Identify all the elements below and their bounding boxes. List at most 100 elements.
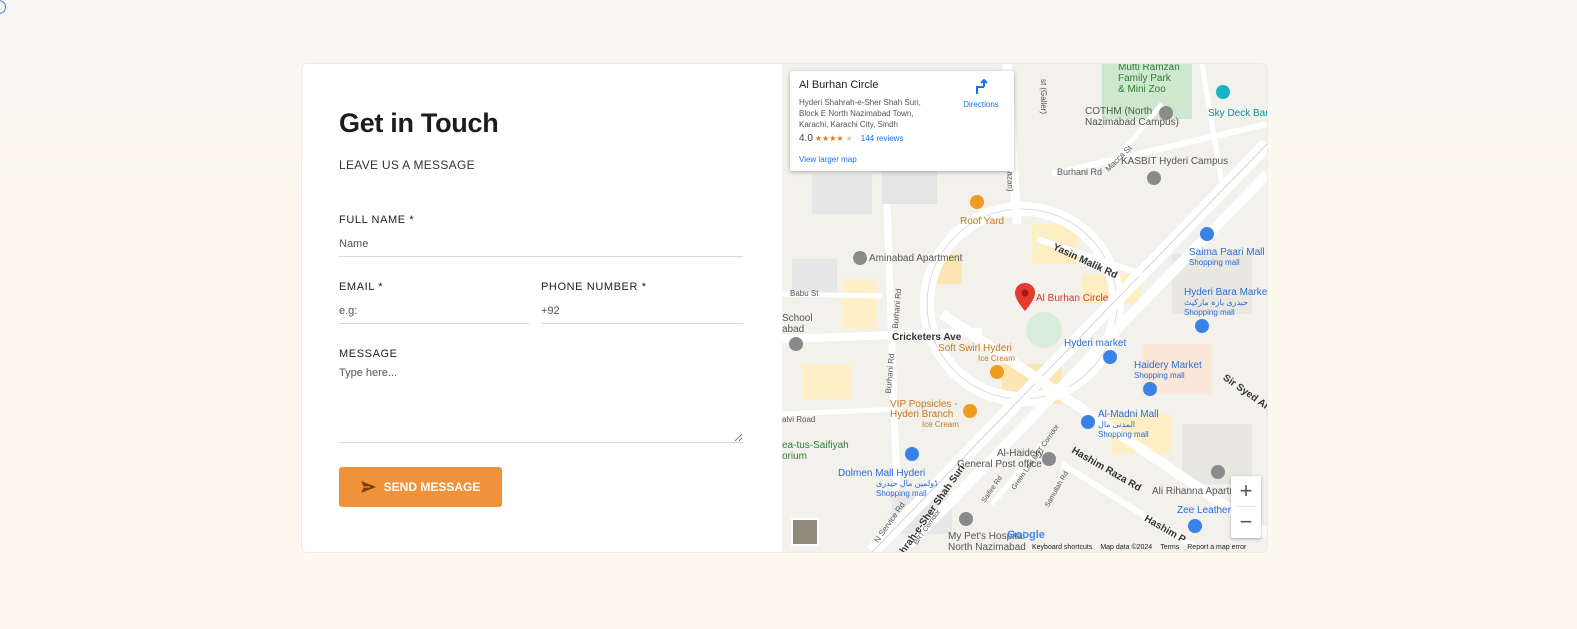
map-label: & Mini Zoo bbox=[1118, 84, 1166, 95]
place-name: Al Burhan Circle bbox=[799, 79, 879, 91]
map-label: Burhani Rd bbox=[1057, 167, 1103, 177]
map-embed[interactable]: Mufti Ramzan Family Park & Mini Zoo COTH… bbox=[782, 64, 1267, 552]
map-label: COTHM (North bbox=[1085, 106, 1153, 117]
location-pin-icon[interactable] bbox=[959, 512, 973, 526]
shopping-pin-icon[interactable] bbox=[1143, 382, 1157, 396]
map-label: orium bbox=[782, 451, 808, 462]
map-label: Al-Haidery bbox=[997, 448, 1044, 459]
map-label: Hyderi Bara Market bbox=[1184, 287, 1267, 298]
map-label: Shopping mall bbox=[876, 489, 927, 498]
map-label: azan) bbox=[1005, 171, 1015, 192]
phone-input[interactable] bbox=[541, 299, 743, 324]
google-logo: Google bbox=[1007, 529, 1045, 541]
map-label: Roof Yard bbox=[960, 216, 1005, 227]
map-label: Shopping mall bbox=[1098, 430, 1149, 439]
send-message-button[interactable]: SEND MESSAGE bbox=[339, 467, 502, 507]
map-label: KASBIT Hyderi Campus bbox=[1121, 156, 1229, 167]
place-address-line: Block E North Nazimabad Town, bbox=[799, 109, 914, 118]
shopping-pin-icon[interactable] bbox=[1103, 350, 1117, 364]
map-label: Mufti Ramzan bbox=[1118, 64, 1180, 73]
rating-stars-icon: ★★★★ bbox=[814, 134, 844, 143]
map-label: Aminabad Apartment bbox=[869, 253, 963, 264]
zoom-out-button[interactable]: − bbox=[1231, 507, 1261, 537]
map-label: Nazimabad Campus) bbox=[1085, 117, 1179, 128]
map-label: st (Galler) bbox=[1039, 78, 1049, 115]
map-label: Hyderi Branch bbox=[890, 409, 954, 420]
send-icon bbox=[360, 481, 376, 493]
directions-button[interactable]: Directions bbox=[958, 78, 1004, 109]
map-label: المدنی مال bbox=[1098, 420, 1136, 429]
full-name-input[interactable] bbox=[339, 232, 743, 257]
map-label: Dolmen Mall Hyderi bbox=[838, 468, 926, 479]
place-address-line: Hyderi Shahrah-e-Sher Shah Suri, bbox=[799, 98, 921, 107]
shopping-pin-icon[interactable] bbox=[1081, 415, 1095, 429]
shopping-pin-icon[interactable] bbox=[1188, 519, 1202, 533]
location-pin-icon[interactable] bbox=[789, 337, 803, 351]
place-info-card: Al Burhan Circle Hyderi Shahrah-e-Sher S… bbox=[790, 71, 1014, 171]
map-label: Shopping mall bbox=[1184, 308, 1235, 317]
map-label: Al-Madni Mall bbox=[1098, 409, 1159, 420]
map-label: حیدری بازہ مارکیٹ bbox=[1184, 298, 1249, 307]
restaurant-pin-icon[interactable] bbox=[970, 195, 984, 209]
report-error-link[interactable]: Report a map error bbox=[1187, 544, 1246, 551]
full-name-label: FULL NAME * bbox=[339, 214, 415, 226]
map-label: abad bbox=[782, 324, 805, 335]
map-label: Zee Leather bbox=[1177, 505, 1231, 516]
corner-glyph bbox=[0, 0, 6, 14]
location-pin-icon[interactable] bbox=[1147, 171, 1161, 185]
contact-card: Get in Touch LEAVE US A MESSAGE FULL NAM… bbox=[301, 63, 1268, 553]
map-label: Ice Cream bbox=[922, 420, 959, 429]
location-pin-icon[interactable] bbox=[853, 251, 867, 265]
map-data-text: Map data ©2024 bbox=[1100, 544, 1153, 551]
phone-label: PHONE NUMBER * bbox=[541, 281, 647, 293]
map-label: Babu St bbox=[790, 289, 819, 298]
email-label: EMAIL * bbox=[339, 281, 384, 293]
shopping-pin-icon[interactable] bbox=[1200, 227, 1214, 241]
page-subtitle: LEAVE US A MESSAGE bbox=[339, 158, 475, 172]
shopping-pin-icon[interactable] bbox=[905, 447, 919, 461]
message-textarea[interactable] bbox=[339, 367, 743, 443]
post-office-pin-icon[interactable] bbox=[1042, 452, 1056, 466]
zoom-control: + − bbox=[1231, 476, 1261, 538]
page-title: Get in Touch bbox=[339, 108, 499, 138]
map-label: Soft Swirl Hyderi bbox=[938, 343, 1012, 354]
bar-pin-icon[interactable] bbox=[1216, 85, 1230, 99]
map-label: Sky Deck Bar bbox=[1208, 108, 1267, 119]
satellite-toggle[interactable] bbox=[792, 519, 818, 545]
map-label: Hyderi market bbox=[1064, 338, 1127, 349]
zoom-in-button[interactable]: + bbox=[1231, 476, 1261, 506]
map-label: Saima Paari Mall bbox=[1189, 247, 1265, 258]
map-label: Al Burhan Circle bbox=[1036, 293, 1109, 304]
map-attribution: Keyboard shortcuts Map data ©2024 Terms … bbox=[1032, 544, 1246, 551]
shopping-pin-icon[interactable] bbox=[1195, 319, 1209, 333]
ice-cream-pin-icon[interactable] bbox=[990, 365, 1004, 379]
map-label: School bbox=[782, 313, 813, 324]
terms-link[interactable]: Terms bbox=[1160, 544, 1179, 551]
directions-label: Directions bbox=[963, 100, 999, 109]
message-label: MESSAGE bbox=[339, 348, 398, 360]
keyboard-shortcuts-link[interactable]: Keyboard shortcuts bbox=[1032, 544, 1092, 551]
map-label: ea-tus-Saifiyah bbox=[782, 440, 849, 451]
location-pin-icon[interactable] bbox=[1211, 465, 1225, 479]
reviews-link[interactable]: 144 reviews bbox=[861, 134, 904, 143]
directions-icon bbox=[976, 78, 988, 94]
map-label: Shopping mall bbox=[1134, 371, 1185, 380]
rating-star-empty-icon: ★ bbox=[845, 134, 853, 143]
map-label: Cricketers Ave bbox=[892, 332, 962, 343]
map-label: General Post office bbox=[957, 459, 1042, 470]
map-label: North Nazimabad bbox=[948, 542, 1026, 552]
email-input[interactable] bbox=[339, 299, 529, 324]
view-larger-map-link[interactable]: View larger map bbox=[799, 155, 857, 164]
place-rating: 4.0 bbox=[799, 133, 813, 144]
map-label: Haidery Market bbox=[1134, 360, 1202, 371]
place-address-line: Karachi, Karachi City, Sindh bbox=[799, 120, 899, 129]
map-label: Shopping mall bbox=[1189, 258, 1240, 267]
ice-cream-pin-icon[interactable] bbox=[963, 404, 977, 418]
map-label: Ice Cream bbox=[978, 354, 1015, 363]
map-label: alvi Road bbox=[782, 415, 816, 424]
contact-form: Get in Touch LEAVE US A MESSAGE FULL NAM… bbox=[302, 64, 782, 552]
send-message-label: SEND MESSAGE bbox=[383, 480, 481, 494]
selected-location-marker-icon[interactable] bbox=[1015, 283, 1035, 311]
map-label: ڈولمین مال حیدری bbox=[876, 479, 938, 488]
map-label: Family Park bbox=[1118, 73, 1171, 84]
